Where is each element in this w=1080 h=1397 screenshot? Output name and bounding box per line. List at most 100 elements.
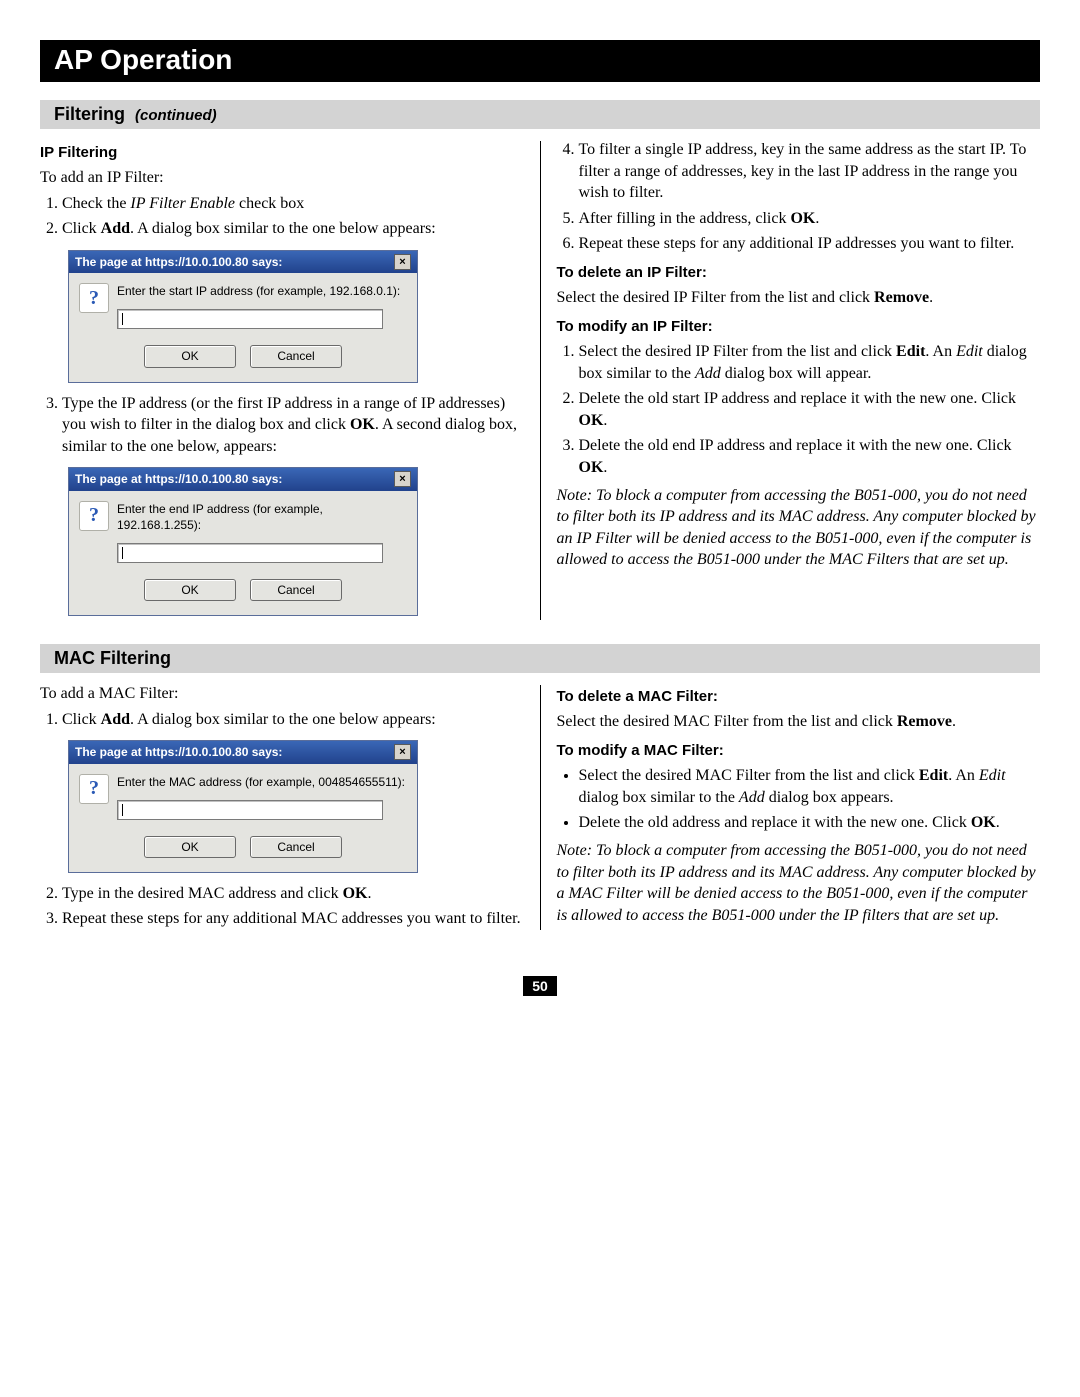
dialog-input[interactable] [117, 543, 383, 563]
mac-step-1: Click Add. A dialog box similar to the o… [62, 709, 524, 731]
mac-mod-1: Select the desired MAC Filter from the l… [579, 765, 1041, 808]
text-bold: Add [101, 220, 130, 237]
page-number: 50 [523, 976, 557, 996]
ip-delete-text: Select the desired IP Filter from the li… [557, 287, 1041, 309]
text-bold: Edit [919, 767, 948, 784]
ip-modify-heading: To modify an IP Filter: [557, 317, 1041, 337]
text-bold: Remove [897, 713, 952, 730]
text: . [603, 459, 607, 476]
text: Select the desired MAC Filter from the l… [579, 767, 919, 784]
dialog-title-text: The page at https://10.0.100.80 says: [75, 254, 282, 270]
filtering-heading: Filtering (continued) [40, 100, 1040, 129]
dialog-input[interactable] [117, 800, 383, 820]
question-icon: ? [79, 774, 109, 804]
dialog-prompt: Enter the MAC address (for example, 0048… [117, 774, 407, 790]
ip-step-6: Repeat these steps for any additional IP… [579, 233, 1041, 255]
text-em: IP Filter Enable [130, 195, 235, 212]
cancel-button[interactable]: Cancel [250, 345, 342, 367]
text: Select the desired IP Filter from the li… [579, 343, 897, 360]
mac-step-2: Type in the desired MAC address and clic… [62, 883, 524, 905]
text-bold: OK [971, 814, 996, 831]
ip-step-2: Click Add. A dialog box similar to the o… [62, 218, 524, 240]
ip-mod-2: Delete the old start IP address and repl… [579, 388, 1041, 431]
text: . [367, 885, 371, 902]
text: Select the desired IP Filter from the li… [557, 289, 875, 306]
mac-delete-heading: To delete a MAC Filter: [557, 687, 1041, 707]
text: Check the [62, 195, 130, 212]
ip-step-1: Check the IP Filter Enable check box [62, 193, 524, 215]
mac-mod-2: Delete the old address and replace it wi… [579, 812, 1041, 834]
question-icon: ? [79, 501, 109, 531]
text-bold: OK [579, 459, 604, 476]
dialog-input[interactable] [117, 309, 383, 329]
mac-note: Note: To block a computer from accessing… [557, 840, 1041, 926]
mac-intro: To add a MAC Filter: [40, 683, 524, 705]
text-em: Add [695, 365, 721, 382]
text-bold: OK [343, 885, 368, 902]
close-icon[interactable]: × [394, 254, 411, 270]
text-bold: Edit [896, 343, 925, 360]
text: . [929, 289, 933, 306]
text: Type in the desired MAC address and clic… [62, 885, 343, 902]
text: Select the desired MAC Filter from the l… [557, 713, 897, 730]
ip-mod-3: Delete the old end IP address and replac… [579, 435, 1041, 478]
question-icon: ? [79, 283, 109, 313]
text-em: Edit [956, 343, 983, 360]
ok-button[interactable]: OK [144, 579, 236, 601]
text: . [952, 713, 956, 730]
close-icon[interactable]: × [394, 471, 411, 487]
text-em: Add [739, 789, 765, 806]
dialog-prompt: Enter the start IP address (for example,… [117, 283, 407, 299]
mac-step-3: Repeat these steps for any additional MA… [62, 908, 524, 930]
ip-delete-heading: To delete an IP Filter: [557, 263, 1041, 283]
filtering-continued: (continued) [135, 107, 217, 124]
text: . [603, 412, 607, 429]
text: . A dialog box similar to the one below … [130, 220, 436, 237]
cancel-button[interactable]: Cancel [250, 579, 342, 601]
text-bold: OK [350, 416, 375, 433]
text: Delete the old start IP address and repl… [579, 390, 1017, 407]
text: Click [62, 711, 101, 728]
ip-intro: To add an IP Filter: [40, 167, 524, 189]
ip-step-4: To filter a single IP address, key in th… [579, 139, 1041, 204]
text: . A dialog box similar to the one below … [130, 711, 436, 728]
text-bold: OK [579, 412, 604, 429]
column-divider [540, 141, 541, 620]
text: . An [948, 767, 979, 784]
filtering-label: Filtering [54, 104, 125, 124]
ip-note: Note: To block a computer from accessing… [557, 485, 1041, 571]
text: dialog box similar to the [579, 789, 739, 806]
text: . [996, 814, 1000, 831]
dialog-end-ip: The page at https://10.0.100.80 says: × … [68, 467, 418, 616]
dialog-title-text: The page at https://10.0.100.80 says: [75, 471, 282, 487]
text: Delete the old end IP address and replac… [579, 437, 1012, 454]
ok-button[interactable]: OK [144, 836, 236, 858]
text: dialog box will appear. [721, 365, 872, 382]
text: . An [925, 343, 956, 360]
text: . [815, 210, 819, 227]
column-divider [540, 685, 541, 930]
text: After filling in the address, click [579, 210, 791, 227]
dialog-start-ip: The page at https://10.0.100.80 says: × … [68, 250, 418, 383]
text-bold: OK [790, 210, 815, 227]
mac-filtering-label: MAC Filtering [54, 648, 171, 668]
ip-filtering-heading: IP Filtering [40, 143, 524, 163]
cancel-button[interactable]: Cancel [250, 836, 342, 858]
text: check box [235, 195, 304, 212]
text: dialog box appears. [765, 789, 894, 806]
dialog-title-text: The page at https://10.0.100.80 says: [75, 744, 282, 760]
text: Delete the old address and replace it wi… [579, 814, 971, 831]
text-bold: Add [101, 711, 130, 728]
mac-delete-text: Select the desired MAC Filter from the l… [557, 711, 1041, 733]
ip-step-5: After filling in the address, click OK. [579, 208, 1041, 230]
ok-button[interactable]: OK [144, 345, 236, 367]
page-title: AP Operation [40, 40, 1040, 82]
mac-modify-heading: To modify a MAC Filter: [557, 741, 1041, 761]
close-icon[interactable]: × [394, 744, 411, 760]
text-bold: Remove [874, 289, 929, 306]
text: Click [62, 220, 101, 237]
text-em: Edit [979, 767, 1006, 784]
ip-step-3: Type the IP address (or the first IP add… [62, 393, 524, 458]
mac-filtering-heading: MAC Filtering [40, 644, 1040, 673]
ip-mod-1: Select the desired IP Filter from the li… [579, 341, 1041, 384]
